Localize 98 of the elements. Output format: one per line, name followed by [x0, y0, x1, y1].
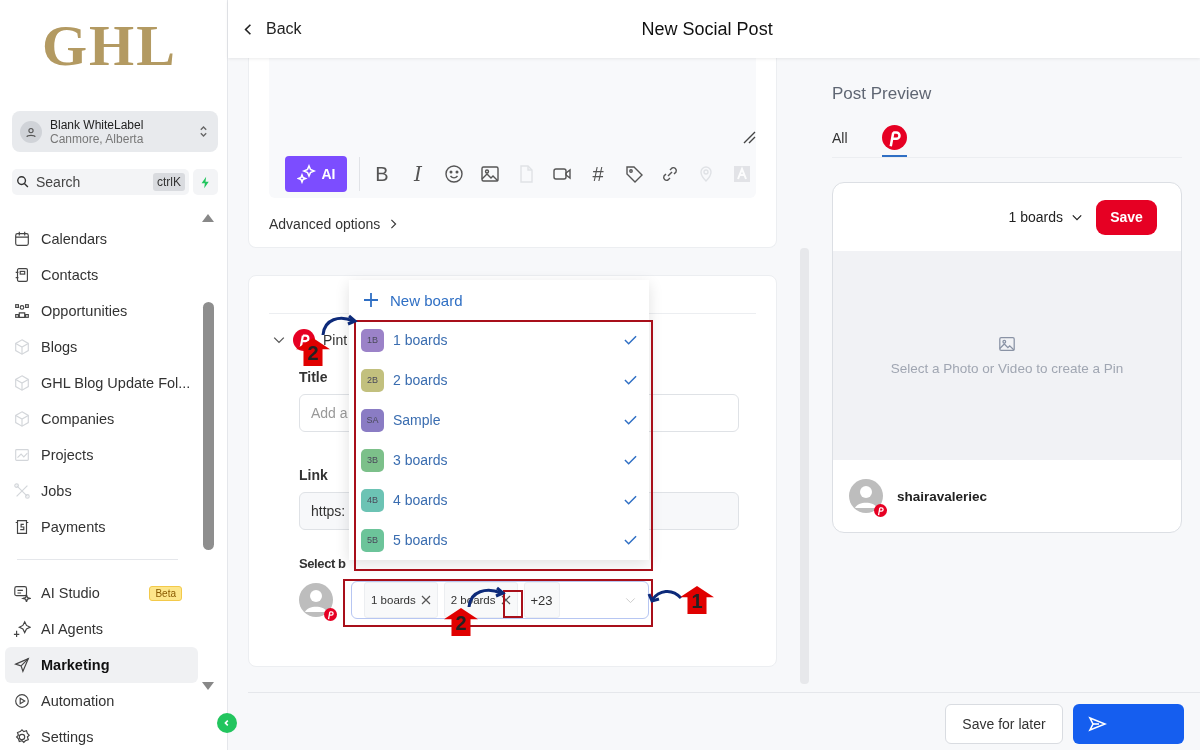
save-for-later-button[interactable]: Save for later — [945, 704, 1063, 744]
shortcut-key: ctrlK — [153, 173, 185, 191]
receipt-icon — [13, 518, 31, 536]
search-icon — [16, 175, 30, 189]
cube-icon — [13, 338, 31, 356]
link-icon[interactable] — [660, 164, 680, 184]
board-chip: 1 boards — [364, 582, 438, 618]
board-option[interactable]: 2B 2 boards — [349, 360, 649, 400]
board-avatar: SA — [361, 408, 384, 432]
nav-item[interactable]: Opportunities — [5, 293, 198, 329]
username: shairavaleriec — [897, 488, 988, 504]
board-option[interactable]: 4B 4 boards — [349, 480, 649, 520]
remove-icon[interactable] — [500, 595, 511, 605]
account-name: Blank WhiteLabel — [50, 117, 145, 132]
tag-icon[interactable] — [624, 164, 644, 184]
board-option[interactable]: 5B 5 boards — [349, 520, 649, 560]
account-switcher[interactable]: Blank WhiteLabel Canmore, Alberta — [12, 111, 218, 152]
field-label: Title — [299, 369, 328, 385]
board-avatar: 4B — [361, 488, 384, 512]
nav-item[interactable]: Companies — [5, 401, 198, 437]
nav-item[interactable]: Calendars — [5, 221, 198, 257]
board-avatar: 2B — [361, 368, 384, 392]
chevron-right-icon — [390, 218, 398, 230]
emoji-icon[interactable] — [444, 164, 464, 184]
settings-icon — [13, 728, 31, 746]
preview-tab[interactable]: All — [832, 120, 848, 157]
avatar-icon — [849, 479, 883, 513]
board-avatar: 5B — [361, 528, 384, 552]
logo: GHL — [41, 12, 178, 80]
field-label: Select b — [299, 556, 346, 572]
toolbar-button[interactable]: B — [372, 162, 392, 186]
cube-icon — [13, 410, 31, 428]
chevron-down-icon[interactable] — [273, 336, 285, 344]
grid-icon — [13, 302, 31, 320]
nav-item[interactable]: GHL Blog Update Fol... — [5, 365, 198, 401]
chart-icon — [13, 446, 31, 464]
board-avatar: 3B — [361, 448, 384, 472]
page-title: New Social Post — [641, 18, 773, 40]
avatar-icon — [299, 583, 333, 617]
sparkle-icon — [296, 164, 317, 184]
nav-item[interactable]: AI Studio Beta — [5, 575, 198, 611]
plus-icon — [364, 293, 378, 307]
placeholder-text: Select a Photo or Video to create a Pin — [890, 361, 1124, 376]
nav-item[interactable]: Marketing — [5, 647, 198, 683]
nav-item[interactable]: Jobs — [5, 473, 198, 509]
sparkle-icon — [13, 620, 31, 638]
search-field[interactable]: Search ctrlK — [12, 169, 189, 195]
caret-icon — [625, 596, 636, 604]
send-button[interactable] — [1073, 704, 1184, 744]
cube-icon — [13, 374, 31, 392]
ai-button[interactable]: AI — [285, 156, 347, 192]
send-icon — [1087, 714, 1107, 734]
tools-icon — [13, 482, 31, 500]
pinterest-icon — [324, 608, 337, 621]
chevron-left-icon — [223, 719, 231, 727]
new-board-button[interactable]: New board — [349, 280, 649, 320]
pinterest-icon — [874, 504, 887, 517]
nav-item[interactable]: Settings — [5, 719, 198, 750]
calendar-icon — [13, 230, 31, 248]
advanced-options-link[interactable]: Advanced options — [269, 216, 756, 232]
chevron-left-icon — [244, 22, 252, 36]
toolbar-button[interactable]: # — [588, 162, 608, 186]
play-icon — [13, 692, 31, 710]
nav-item[interactable]: Projects — [5, 437, 198, 473]
scroll-down-icon[interactable] — [202, 682, 214, 690]
quick-action-button[interactable] — [193, 169, 218, 195]
save-button[interactable]: Save — [1096, 199, 1157, 235]
nav-item[interactable]: AI Agents — [5, 611, 198, 647]
account-location: Canmore, Alberta — [50, 131, 145, 146]
image-icon — [998, 335, 1016, 353]
board-avatar: 1B — [361, 328, 384, 352]
nav-item[interactable]: Automation — [5, 683, 198, 719]
nav-item[interactable]: Contacts — [5, 257, 198, 293]
field-label: Link — [299, 467, 328, 483]
board-option[interactable]: SA Sample — [349, 400, 649, 440]
nav-item[interactable]: Blogs — [5, 329, 198, 365]
beta-badge: Beta — [149, 585, 182, 601]
board-option[interactable]: 3B 3 boards — [349, 440, 649, 480]
post-text-area[interactable]: AI B I # — [269, 58, 756, 198]
scroll-up-icon[interactable] — [202, 214, 214, 222]
notebook-icon — [13, 266, 31, 284]
back-button[interactable]: Back — [244, 20, 302, 38]
resize-handle-icon — [742, 130, 756, 144]
chevron-down-icon — [1072, 213, 1082, 221]
nav-item[interactable]: Payments — [5, 509, 198, 545]
toolbar-button[interactable]: I — [408, 162, 428, 186]
image-icon[interactable] — [480, 164, 500, 184]
paper-plane-icon — [13, 656, 31, 674]
account-name: Pint — [323, 332, 348, 348]
panel-title: Post Preview — [832, 84, 933, 104]
screen-sparkle-icon — [13, 584, 31, 602]
board-option[interactable]: 1B 1 boards — [349, 320, 649, 360]
scrollbar-thumb[interactable] — [202, 302, 214, 550]
collapse-button[interactable] — [217, 713, 237, 733]
remove-icon[interactable] — [420, 595, 431, 605]
board-selector[interactable]: 1 boards — [1008, 209, 1082, 225]
chevron-up-down-icon — [199, 124, 208, 139]
more-count: +23 — [523, 582, 560, 618]
